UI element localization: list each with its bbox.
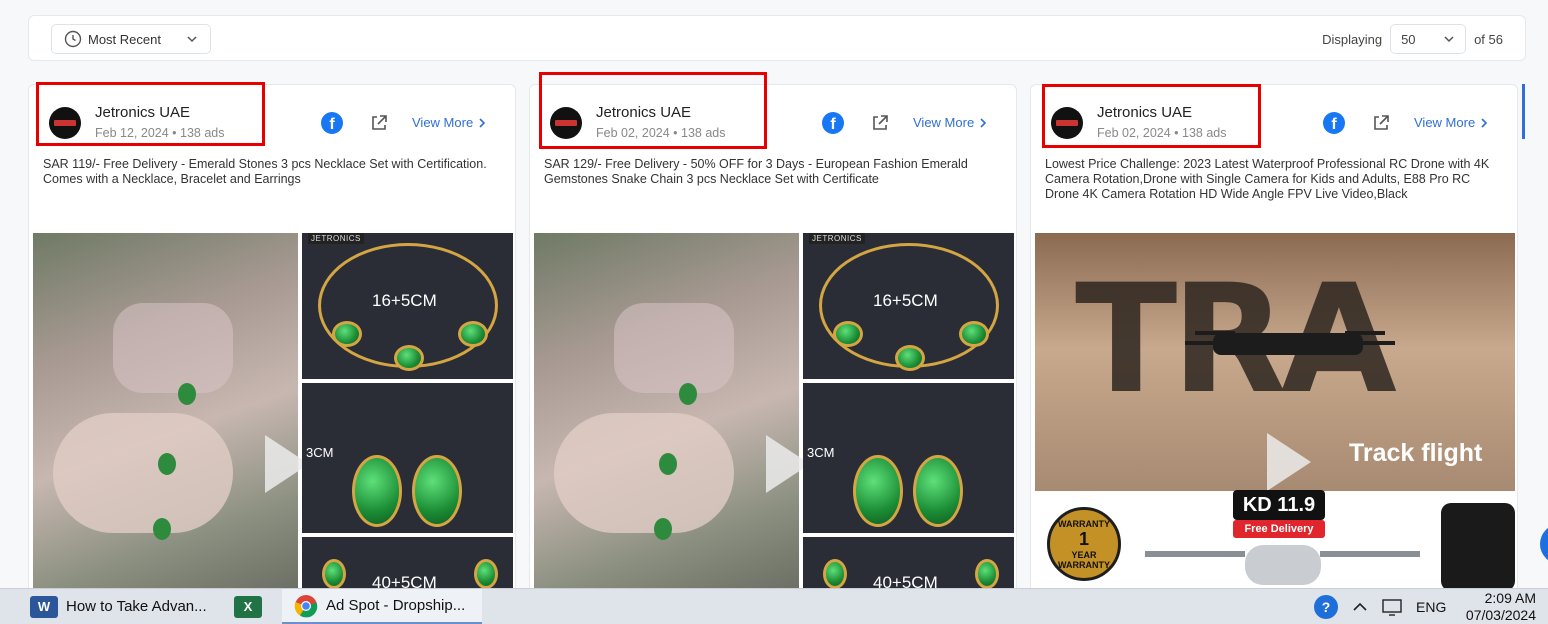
external-link-icon[interactable]: [1371, 113, 1391, 133]
pagination-display: Displaying 50 of 56: [1322, 24, 1503, 54]
clock-icon: [64, 30, 82, 48]
taskbar-chrome[interactable]: Ad Spot - Dropship...: [282, 589, 482, 624]
price-label: KD 11.9: [1233, 490, 1325, 520]
ad-library-page: Most Recent Displaying 50 of 56 Jetronic…: [0, 0, 1548, 588]
ad-card: Jetronics UAE Feb 02, 2024 • 138 ads f V…: [1030, 84, 1518, 588]
chevron-down-icon: [187, 36, 197, 43]
warranty-badge: WARRANTY 1 YEAR WARRANTY: [1047, 507, 1121, 581]
free-delivery-label: Free Delivery: [1233, 520, 1325, 538]
ad-description: Lowest Price Challenge: 2023 Latest Wate…: [1045, 157, 1490, 201]
product-thumbnail[interactable]: 3CM: [803, 383, 1014, 533]
ad-card: Jetronics UAE Feb 12, 2024 • 138 ads f V…: [28, 84, 516, 588]
size-label: 3CM: [807, 445, 835, 460]
watermark: JETRONICS: [308, 233, 364, 244]
product-thumbnail[interactable]: JETRONICS 16+5CM: [803, 233, 1014, 379]
video-caption: Track flight: [1349, 439, 1483, 467]
chevron-down-icon: [1444, 36, 1454, 43]
warranty-top: WARRANTY: [1058, 518, 1110, 529]
excel-icon: X: [234, 595, 262, 618]
ad-video[interactable]: [534, 233, 810, 588]
displaying-label: Displaying: [1322, 31, 1383, 47]
chrome-icon: [294, 594, 318, 617]
view-more-label: View More: [913, 115, 975, 130]
chat-fab-button[interactable]: [1540, 524, 1548, 564]
ad-media: JETRONICS 16+5CM 3CM 40+5CM: [33, 233, 513, 588]
scroll-indicator[interactable]: [1522, 84, 1525, 139]
warranty-num: 1: [1078, 528, 1089, 549]
view-more-link[interactable]: View More: [913, 115, 988, 130]
total-count: of 56: [1474, 31, 1503, 47]
taskbar-chrome-label: Ad Spot - Dropship...: [326, 597, 466, 614]
chevron-right-icon: [1481, 117, 1488, 128]
product-thumbnail[interactable]: 40+5CM: [803, 537, 1014, 588]
product-thumbnail[interactable]: JETRONICS 16+5CM: [302, 233, 513, 379]
size-label: 16+5CM: [372, 291, 437, 310]
system-tray: ? ENG: [1314, 589, 1446, 624]
highlight-box: [36, 82, 265, 146]
chevron-right-icon: [479, 117, 486, 128]
size-label: 40+5CM: [372, 573, 437, 588]
watermark: JETRONICS: [809, 233, 865, 244]
warranty-bottom: WARRANTY: [1058, 559, 1110, 570]
taskbar-excel[interactable]: X: [234, 589, 262, 624]
ad-description: SAR 119/- Free Delivery - Emerald Stones…: [43, 157, 487, 186]
product-thumbnail[interactable]: 40+5CM: [302, 537, 513, 588]
carry-case: [1441, 503, 1515, 588]
clock-date: 07/03/2024: [1465, 606, 1536, 623]
per-page-value: 50: [1401, 31, 1416, 47]
size-label: 3CM: [306, 445, 334, 460]
results-toolbar: Most Recent Displaying 50 of 56: [28, 15, 1526, 61]
facebook-icon[interactable]: f: [321, 112, 343, 134]
per-page-select[interactable]: 50: [1390, 24, 1467, 54]
external-link-icon[interactable]: [870, 113, 890, 133]
chevron-right-icon: [980, 117, 987, 128]
ad-media: JETRONICS 16+5CM 3CM 40+5CM: [534, 233, 1014, 588]
size-label: 16+5CM: [873, 291, 938, 310]
display-icon[interactable]: [1382, 598, 1402, 616]
language-indicator[interactable]: ENG: [1416, 599, 1446, 615]
ad-video[interactable]: [33, 233, 309, 588]
facebook-icon[interactable]: f: [1323, 112, 1345, 134]
highlight-box: [539, 72, 767, 149]
clock[interactable]: 2:09 AM 07/03/2024: [1460, 589, 1536, 624]
clock-time: 2:09 AM: [1484, 589, 1536, 606]
ad-media: TRA Track flight WARRANTY 1 YEAR WARRANT…: [1035, 233, 1515, 588]
product-thumbnail[interactable]: WARRANTY 1 YEAR WARRANTY KD 11.9 Free De…: [1035, 490, 1515, 588]
product-thumbnail[interactable]: 3CM: [302, 383, 513, 533]
sort-label: Most Recent: [88, 31, 161, 47]
size-label: 40+5CM: [873, 573, 938, 588]
play-icon[interactable]: [1267, 433, 1311, 491]
highlight-box: [1042, 84, 1261, 148]
chevron-up-icon[interactable]: [1352, 601, 1368, 613]
word-icon: W: [30, 595, 58, 618]
taskbar-word-label: How to Take Advan...: [66, 598, 207, 615]
taskbar-word[interactable]: W How to Take Advan...: [30, 589, 207, 624]
view-more-label: View More: [412, 115, 474, 130]
view-more-link[interactable]: View More: [1414, 115, 1489, 130]
help-icon[interactable]: ?: [1314, 594, 1338, 619]
sort-dropdown[interactable]: Most Recent: [51, 24, 211, 54]
external-link-icon[interactable]: [369, 113, 389, 133]
ad-card: Jetronics UAE Feb 02, 2024 • 138 ads f V…: [529, 84, 1017, 588]
view-more-link[interactable]: View More: [412, 115, 487, 130]
view-more-label: View More: [1414, 115, 1476, 130]
ad-video[interactable]: TRA Track flight: [1035, 233, 1515, 491]
windows-taskbar: W How to Take Advan... X Ad Spot - Drops…: [0, 588, 1548, 624]
facebook-icon[interactable]: f: [822, 112, 844, 134]
ad-description: SAR 129/- Free Delivery - 50% OFF for 3 …: [544, 157, 968, 186]
warranty-year: YEAR: [1071, 549, 1097, 560]
